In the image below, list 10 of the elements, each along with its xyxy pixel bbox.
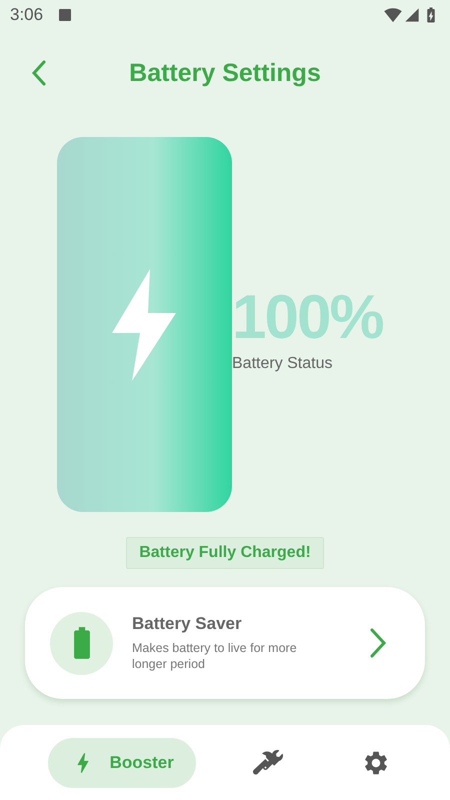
battery-saver-card[interactable]: Battery Saver Makes battery to live for more longer period [25,587,425,699]
card-title: Battery Saver [132,614,243,634]
battery-status-label: Battery Status [232,354,334,372]
card-description: Makes battery to live for more longer period [132,640,298,672]
signal-icon [404,7,420,23]
battery-percentage: 100% [232,286,383,348]
charge-status-label: Battery Fully Charged! [126,537,324,569]
status-time: 3:06 [10,5,44,25]
wifi-icon [384,6,402,24]
page-title: Battery Settings [129,58,321,88]
